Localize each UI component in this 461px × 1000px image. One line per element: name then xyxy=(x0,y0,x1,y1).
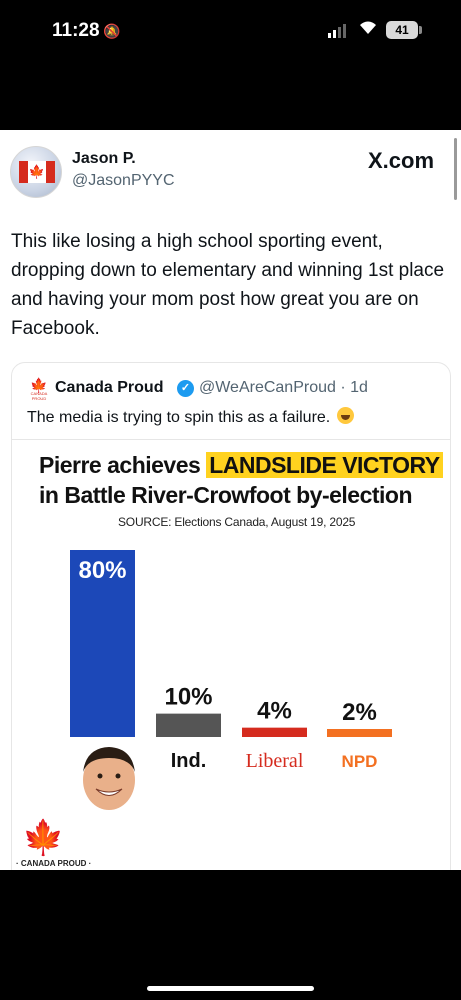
wifi-icon xyxy=(358,19,378,40)
chart-bars: 80% 10% Ind. 4% Liberal 2% NPD xyxy=(70,550,392,772)
bar-liberal xyxy=(242,727,307,737)
site-label: X.com xyxy=(368,148,435,173)
category-label: NPD xyxy=(342,752,378,771)
post-text: This like losing a high school sporting … xyxy=(11,231,445,339)
canada-proud-logo: 🍁 · CANADA PROUD · xyxy=(16,819,91,870)
value-label: 4% xyxy=(257,698,292,725)
avatar[interactable]: 🍁 xyxy=(10,146,62,198)
status-time: 11:28 xyxy=(52,20,100,41)
author-name[interactable]: Jason P. xyxy=(72,150,136,168)
canada-proud-avatar-icon[interactable]: 🍁 CANADA PROUD xyxy=(28,378,50,401)
home-indicator[interactable] xyxy=(147,986,314,991)
election-chart-image[interactable]: Pierre achieves LANDSLIDE VICTORY in Bat… xyxy=(12,440,450,870)
signal-icon xyxy=(328,24,346,38)
post-card[interactable]: 🍁 Jason P. @JasonPYYC X.com This like lo… xyxy=(0,130,461,870)
scrollbar[interactable] xyxy=(454,138,457,200)
maple-leaf-icon: 🍁 xyxy=(22,819,65,857)
verified-badge-icon: ✓ xyxy=(177,380,194,397)
quoted-author-handle[interactable]: @WeAreCanProud · 1d xyxy=(199,379,368,397)
quoted-post[interactable]: 🍁 CANADA PROUD Canada Proud ✓ @WeAreCanP… xyxy=(11,362,451,870)
logo-text: · CANADA PROUD · xyxy=(16,859,92,868)
battery-tip xyxy=(419,26,422,34)
value-label: 2% xyxy=(342,699,377,726)
bell-off-icon: 🔕 xyxy=(103,23,121,39)
bar-npd xyxy=(327,729,392,737)
canada-flag-icon: 🍁 xyxy=(19,161,55,183)
bottom-bar xyxy=(0,870,461,1000)
face-with-tears-of-joy-icon xyxy=(336,407,354,424)
candidate-photo-icon xyxy=(83,747,135,810)
status-bar: 11:28 🔕 41 xyxy=(0,0,461,130)
battery-icon: 41 xyxy=(386,21,418,39)
quoted-author-name[interactable]: Canada Proud xyxy=(55,379,163,397)
category-label: Liberal xyxy=(246,750,304,772)
category-label: Ind. xyxy=(171,750,207,772)
quoted-text-content: The media is trying to spin this as a fa… xyxy=(27,409,331,426)
value-label: 10% xyxy=(164,684,212,711)
author-handle[interactable]: @JasonPYYC xyxy=(72,172,175,190)
bar-ind xyxy=(156,713,221,737)
quoted-text: The media is trying to spin this as a fa… xyxy=(27,407,354,427)
value-label: 80% xyxy=(78,557,126,584)
